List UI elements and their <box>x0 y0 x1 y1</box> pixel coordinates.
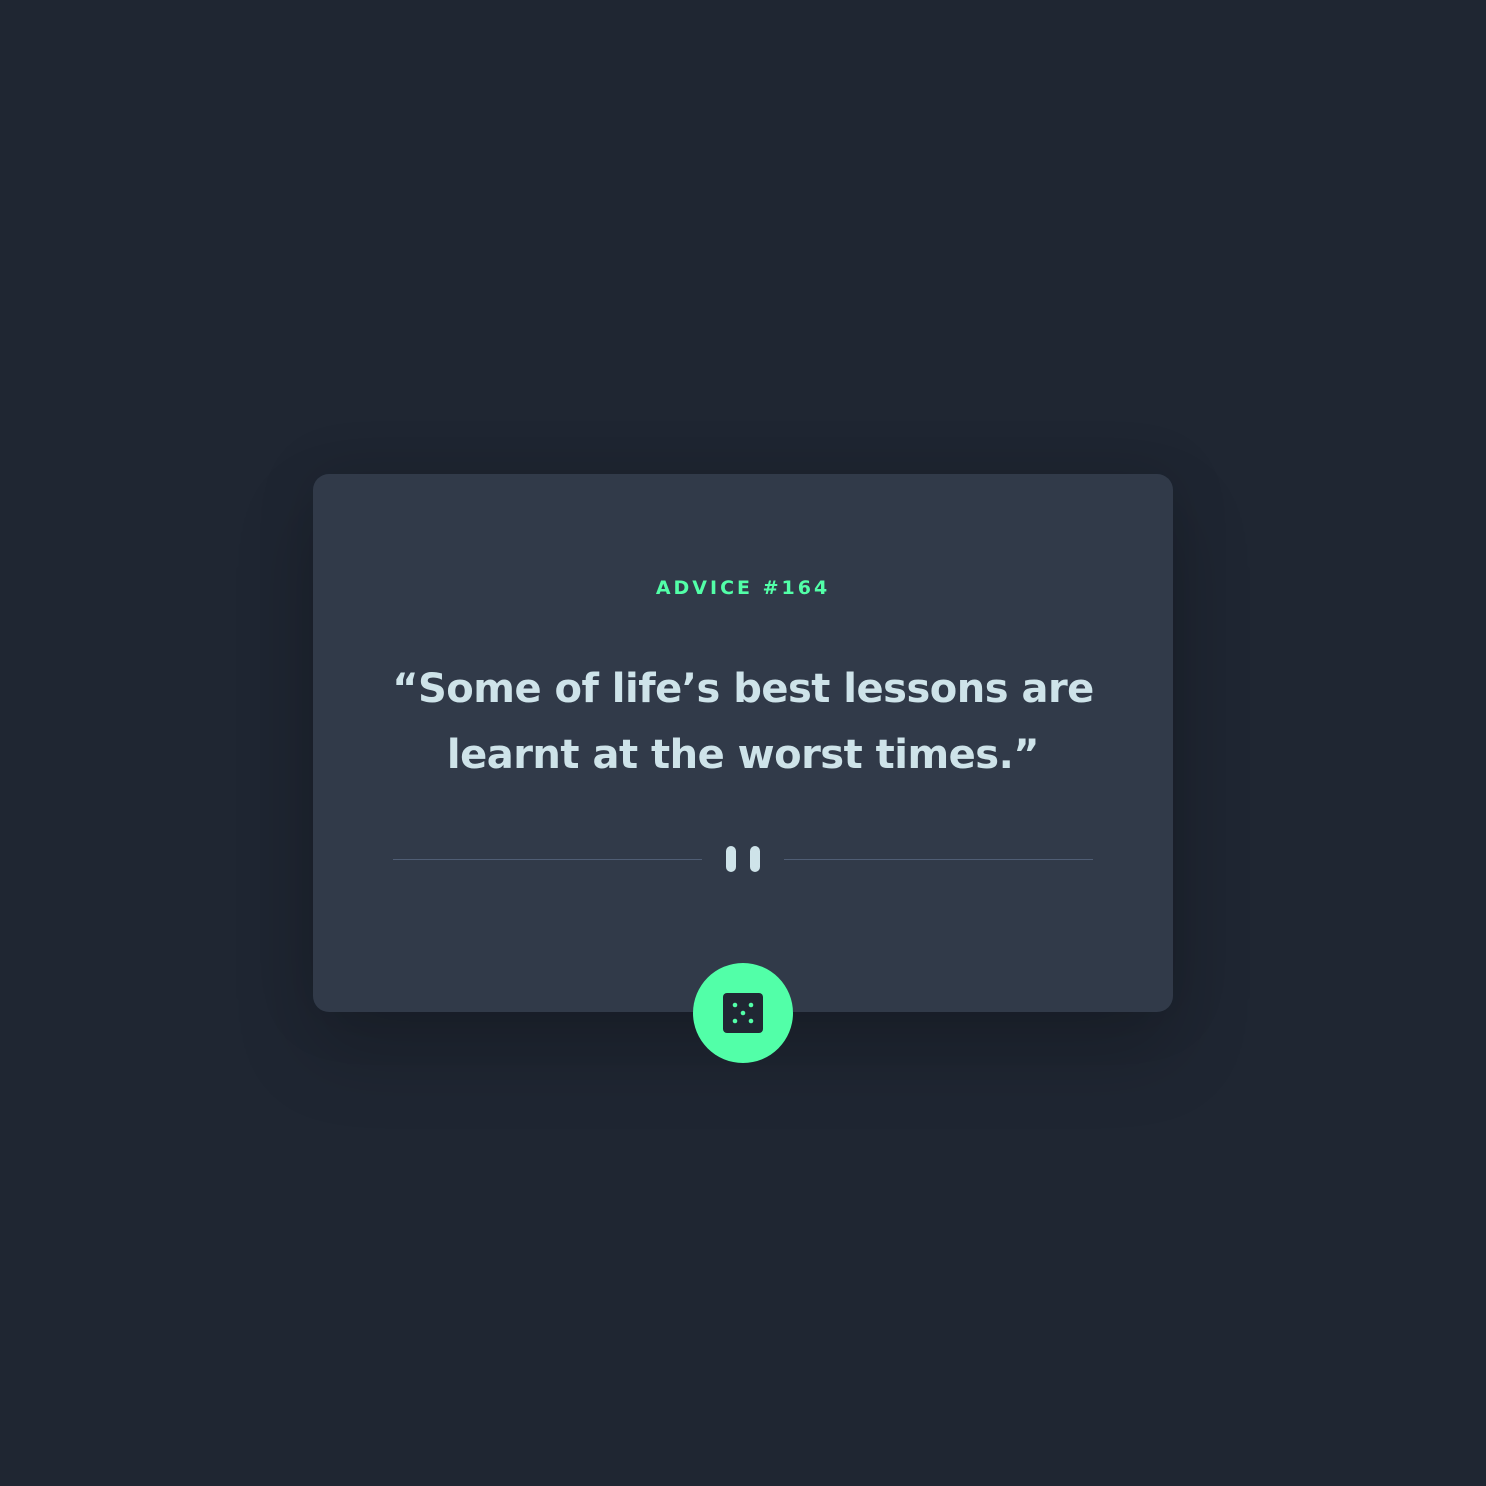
divider-line-right <box>784 859 1093 860</box>
advice-number-label: ADVICE #164 <box>655 577 831 599</box>
divider-line-left <box>393 859 702 860</box>
pause-icon <box>726 846 760 872</box>
dice-icon <box>723 993 763 1033</box>
advice-card: ADVICE #164 “Some of life’s best lessons… <box>313 474 1173 1063</box>
advice-quote: “Some of life’s best lessons are learnt … <box>392 666 1094 778</box>
new-advice-button[interactable] <box>693 963 793 1063</box>
pattern-divider <box>393 846 1093 872</box>
